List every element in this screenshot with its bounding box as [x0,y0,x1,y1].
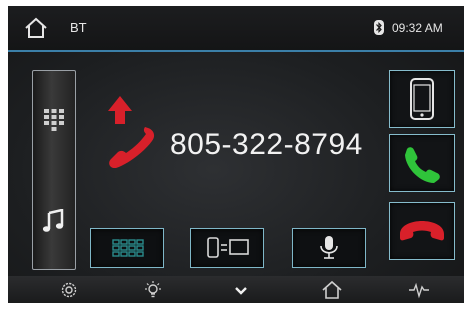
keypad-grid-icon[interactable] [42,108,66,132]
phone-device-button[interactable] [389,70,455,128]
source-label: BT [70,20,87,35]
phone-to-car-transfer-icon [207,237,249,258]
settings-gear-icon[interactable] [58,280,80,300]
answer-call-icon [405,147,440,183]
bluetooth-icon [374,20,384,35]
outgoing-call-icon [108,96,155,168]
keypad-icon [112,239,144,257]
side-panel [32,70,76,270]
phone-number: 805-322-8794 [170,128,363,161]
microphone-button[interactable] [292,228,366,268]
chevron-down-icon[interactable] [230,280,252,300]
hang-up-icon [400,221,444,241]
home-icon[interactable] [321,280,343,300]
music-note-icon[interactable] [42,209,64,233]
brightness-bulb-icon[interactable] [142,280,164,300]
transfer-audio-button[interactable] [190,228,264,268]
status-bar: BT 09:32 AM [8,6,464,52]
answer-call-button[interactable] [389,134,455,192]
hang-up-button[interactable] [389,202,455,260]
keypad-button[interactable] [90,228,164,268]
home-icon[interactable] [24,17,48,39]
head-unit-screen: BT 09:32 AM 805-322-8794 [8,6,464,303]
audio-waveform-icon[interactable] [408,280,430,300]
bottom-bar [8,276,464,303]
clock: 09:32 AM [392,21,443,35]
mobile-phone-icon [410,78,434,120]
microphone-icon [320,236,338,259]
